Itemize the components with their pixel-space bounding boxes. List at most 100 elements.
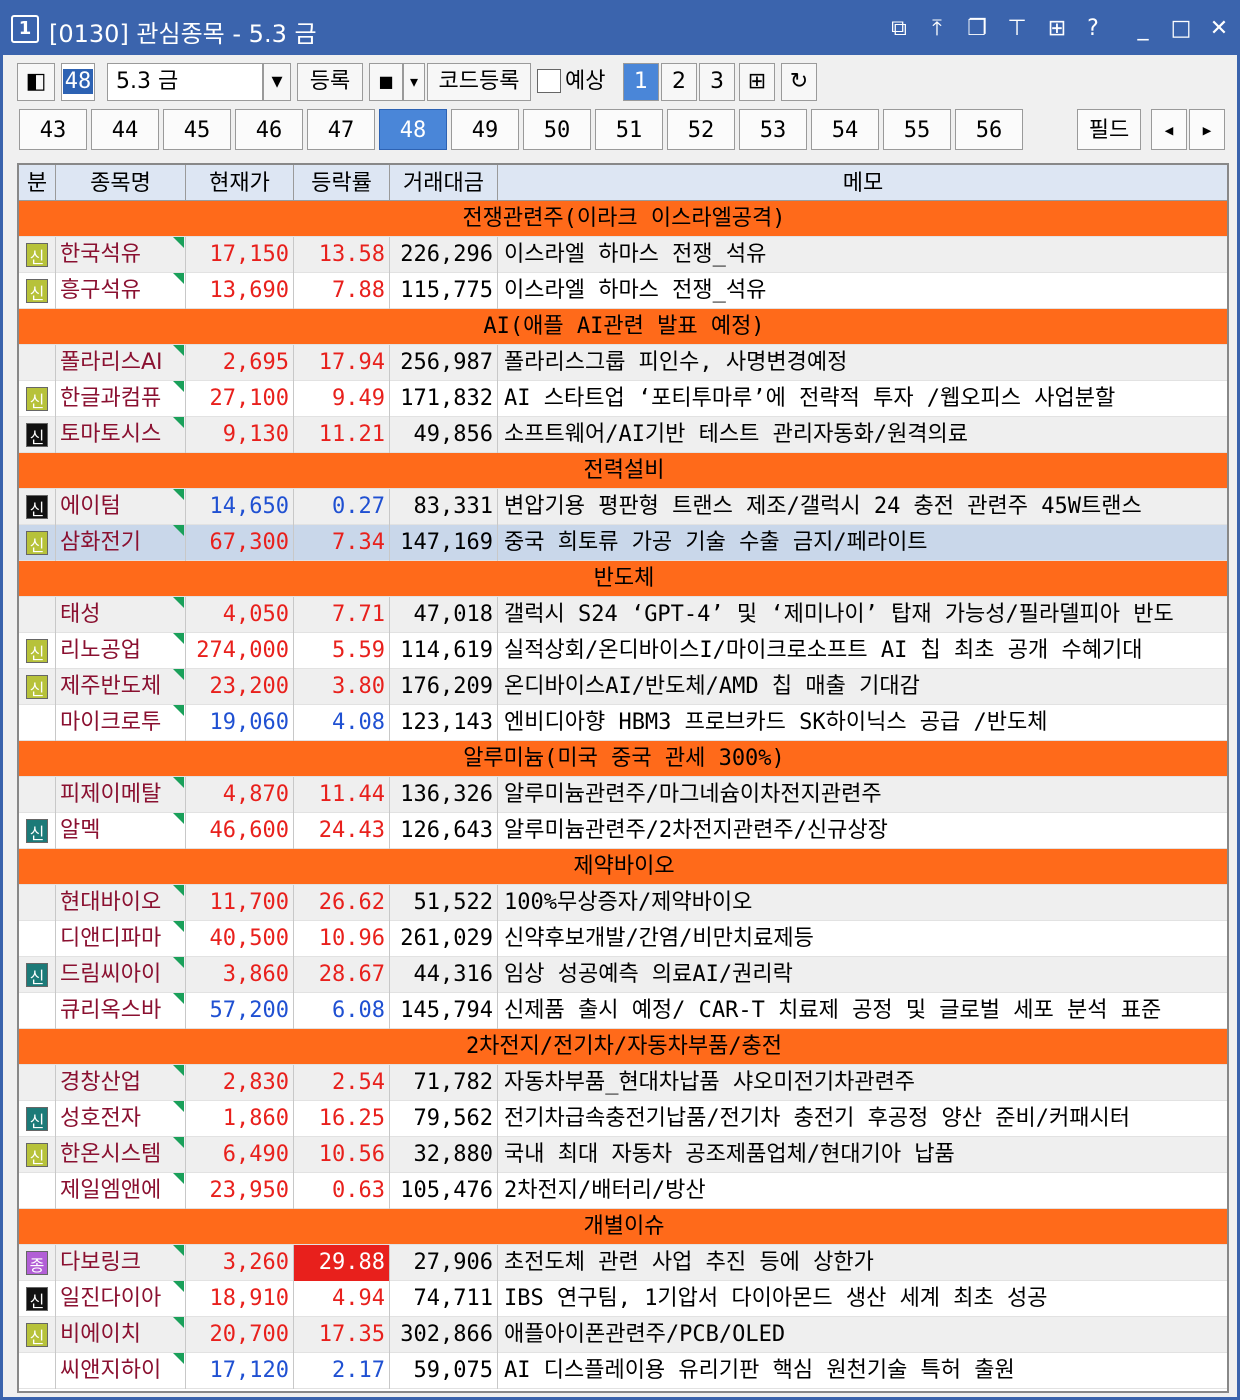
col-memo-header[interactable]: 메모	[498, 165, 1227, 201]
stock-name[interactable]: 현대바이오	[56, 885, 186, 921]
field-button[interactable]: 필드	[1077, 109, 1141, 150]
page-tab-50[interactable]: 50	[523, 109, 591, 150]
stock-name[interactable]: 드림씨아이	[56, 957, 186, 993]
memo-text[interactable]: 중국 희토류 가공 기술 수출 금지/페라이트	[498, 525, 1227, 561]
table-row[interactable]: 종 다보링크 3,260 29.88 27,906 초전도체 관련 사업 추진 등에 상한…	[19, 1245, 1227, 1281]
table-row[interactable]: 폴라리스AI 2,695 17.94 256,987 폴라리스그룹 피인수, 사명변경예…	[19, 345, 1227, 381]
stock-name[interactable]: 삼화전기	[56, 525, 186, 561]
table-row[interactable]: 현대바이오 11,700 26.62 51,522 100%무상증자/제약바이오	[19, 885, 1227, 921]
table-row[interactable]: 마이크로투 19,060 4.08 123,143 엔비디아향 HBM3 프로브카드 S…	[19, 705, 1227, 741]
stock-name[interactable]: 흥구석유	[56, 273, 186, 309]
help-icon[interactable]: ?	[1079, 15, 1107, 43]
memo-text[interactable]: 자동차부품_현대차납품 샤오미전기차관련주	[498, 1065, 1227, 1101]
chevron-right-icon[interactable]: ▸	[1189, 109, 1225, 150]
memo-text[interactable]: 100%무상증자/제약바이오	[498, 885, 1227, 921]
stock-name[interactable]: 성호전자	[56, 1101, 186, 1137]
memo-text[interactable]: AI 스타트업 ‘포티투마루’에 전략적 투자 /웹오피스 사업분할	[498, 381, 1227, 417]
table-row[interactable]: 신 성호전자 1,860 16.25 79,562 전기차급속충전기납품/전기차 충전기 …	[19, 1101, 1227, 1137]
close-icon[interactable]: ✕	[1205, 15, 1233, 43]
stock-name[interactable]: 씨앤지하이	[56, 1353, 186, 1389]
table-row[interactable]: 신 한온시스템 6,490 10.56 32,880 국내 최대 자동차 공조제품업체/현…	[19, 1137, 1227, 1173]
memo-text[interactable]: 변압기용 평판형 트랜스 제조/갤럭시 24 충전 관련주 45W트랜스	[498, 489, 1227, 525]
table-row[interactable]: 신 알멕 46,600 24.43 126,643 알루미늄관련주/2차전지관련주/신규상…	[19, 813, 1227, 849]
stock-name[interactable]: 한온시스템	[56, 1137, 186, 1173]
stock-name[interactable]: 큐리옥스바	[56, 993, 186, 1029]
refresh-icon[interactable]: ↻	[781, 63, 817, 101]
stock-name[interactable]: 에이텀	[56, 489, 186, 525]
panel-toggle-icon[interactable]: ◧	[17, 63, 55, 101]
stock-name[interactable]: 디앤디파마	[56, 921, 186, 957]
table-row[interactable]: 큐리옥스바 57,200 6.08 145,794 신제품 출시 예정/ CAR-T 치…	[19, 993, 1227, 1029]
stock-name[interactable]: 리노공업	[56, 633, 186, 669]
memo-text[interactable]: 온디바이스AI/반도체/AMD 칩 매출 기대감	[498, 669, 1227, 705]
export-icon[interactable]: ⊞	[739, 63, 775, 101]
table-row[interactable]: 경창산업 2,830 2.54 71,782 자동차부품_현대차납품 샤오미전기차관련주	[19, 1065, 1227, 1101]
table-row[interactable]: 신 한글과컴퓨 27,100 9.49 171,832 AI 스타트업 ‘포티투마루’에 …	[19, 381, 1227, 417]
table-row[interactable]: 씨앤지하이 17,120 2.17 59,075 AI 디스플레이용 유리기판 핵심 원…	[19, 1353, 1227, 1389]
stock-name[interactable]: 다보링크	[56, 1245, 186, 1281]
memo-text[interactable]: 엔비디아향 HBM3 프로브카드 SK하이닉스 공급 /반도체	[498, 705, 1227, 741]
view-tab-2[interactable]: 2	[661, 63, 697, 101]
page-tab-51[interactable]: 51	[595, 109, 663, 150]
group-name-select[interactable]: 5.3 금	[107, 63, 263, 101]
register-button[interactable]: 등록	[297, 63, 363, 101]
page-tab-46[interactable]: 46	[235, 109, 303, 150]
page-tab-44[interactable]: 44	[91, 109, 159, 150]
table-row[interactable]: 신 리노공업 274,000 5.59 114,619 실적상회/온디바이스I/마이크로소…	[19, 633, 1227, 669]
memo-text[interactable]: 임상 성공예측 의료AI/권리락	[498, 957, 1227, 993]
memo-text[interactable]: 실적상회/온디바이스I/마이크로소프트 AI 칩 최초 공개 수혜기대	[498, 633, 1227, 669]
table-row[interactable]: 신 삼화전기 67,300 7.34 147,169 중국 희토류 가공 기술 수출 금지…	[19, 525, 1227, 561]
stock-name[interactable]: 비에이치	[56, 1317, 186, 1353]
col-price-header[interactable]: 현재가	[186, 165, 294, 201]
stock-name[interactable]: 피제이메탈	[56, 777, 186, 813]
square-menu-button[interactable]: ■	[369, 63, 403, 101]
memo-text[interactable]: 알루미늄관련주/마그네슘이차전지관련주	[498, 777, 1227, 813]
view-tab-3[interactable]: 3	[699, 63, 735, 101]
code-register-button[interactable]: 코드등록	[427, 63, 531, 101]
page-tab-53[interactable]: 53	[739, 109, 807, 150]
title-bar[interactable]: 1 [0130] 관심종목 - 5.3 금 ⧉ ⤒ ❐ ⊤ ⊞? _ □ ✕	[3, 3, 1237, 55]
memo-text[interactable]: 초전도체 관련 사업 추진 등에 상한가	[498, 1245, 1227, 1281]
stock-name[interactable]: 한글과컴퓨	[56, 381, 186, 417]
memo-text[interactable]: 2차전지/배터리/방산	[498, 1173, 1227, 1209]
pin-top-icon[interactable]: ⤒	[923, 15, 951, 43]
memo-text[interactable]: AI 디스플레이용 유리기판 핵심 원천기술 특허 출원	[498, 1353, 1227, 1389]
memo-text[interactable]: 신제품 출시 예정/ CAR-T 치료제 공정 및 글로벌 세포 분석 표준	[498, 993, 1227, 1029]
group-number-field[interactable]: 48	[61, 63, 95, 101]
page-tab-54[interactable]: 54	[811, 109, 879, 150]
page-tab-48[interactable]: 48	[379, 109, 447, 150]
table-row[interactable]: 신 한국석유 17,150 13.58 226,296 이스라엘 하마스 전쟁_석유	[19, 237, 1227, 273]
stock-name[interactable]: 제일엠앤에	[56, 1173, 186, 1209]
chevron-down-icon[interactable]: ▾	[263, 63, 291, 101]
table-row[interactable]: 신 에이텀 14,650 0.27 83,331 변압기용 평판형 트랜스 제조/갤럭시 …	[19, 489, 1227, 525]
table-row[interactable]: 태성 4,050 7.71 47,018 갤럭시 S24 ‘GPT-4’ 및 ‘제미나이…	[19, 597, 1227, 633]
maximize-icon[interactable]: □	[1167, 15, 1195, 43]
stock-name[interactable]: 제주반도체	[56, 669, 186, 705]
stock-name[interactable]: 일진다이아	[56, 1281, 186, 1317]
memo-text[interactable]: 소프트웨어/AI기반 테스트 관리자동화/원격의료	[498, 417, 1227, 453]
restore-window-icon[interactable]: ⧉	[885, 15, 913, 43]
memo-text[interactable]: 애플아이폰관련주/PCB/OLED	[498, 1317, 1227, 1353]
forecast-checkbox[interactable]	[537, 69, 561, 93]
page-tab-47[interactable]: 47	[307, 109, 375, 150]
stock-name[interactable]: 경창산업	[56, 1065, 186, 1101]
grid-icon[interactable]: ⊞	[1043, 15, 1071, 43]
cascade-icon[interactable]: ❐	[963, 15, 991, 43]
page-tab-49[interactable]: 49	[451, 109, 519, 150]
col-amount-header[interactable]: 거래대금	[390, 165, 498, 201]
page-tab-56[interactable]: 56	[955, 109, 1023, 150]
table-row[interactable]: 신 흥구석유 13,690 7.88 115,775 이스라엘 하마스 전쟁_석유	[19, 273, 1227, 309]
page-tab-55[interactable]: 55	[883, 109, 951, 150]
table-row[interactable]: 신 토마토시스 9,130 11.21 49,856 소프트웨어/AI기반 테스트 관리자…	[19, 417, 1227, 453]
pushpin-icon[interactable]: ⊤	[1003, 15, 1031, 43]
memo-text[interactable]: 이스라엘 하마스 전쟁_석유	[498, 273, 1227, 309]
col-name-header[interactable]: 종목명	[56, 165, 186, 201]
stock-name[interactable]: 알멕	[56, 813, 186, 849]
page-tab-45[interactable]: 45	[163, 109, 231, 150]
col-type-header[interactable]: 분	[19, 165, 56, 201]
table-row[interactable]: 신 비에이치 20,700 17.35 302,866 애플아이폰관련주/PCB/OLED	[19, 1317, 1227, 1353]
table-row[interactable]: 신 일진다이아 18,910 4.94 74,711 IBS 연구팀, 1기압서 다이아몬…	[19, 1281, 1227, 1317]
col-rate-header[interactable]: 등락률	[294, 165, 390, 201]
memo-text[interactable]: 전기차급속충전기납품/전기차 충전기 후공정 양산 준비/커패시터	[498, 1101, 1227, 1137]
stock-name[interactable]: 토마토시스	[56, 417, 186, 453]
